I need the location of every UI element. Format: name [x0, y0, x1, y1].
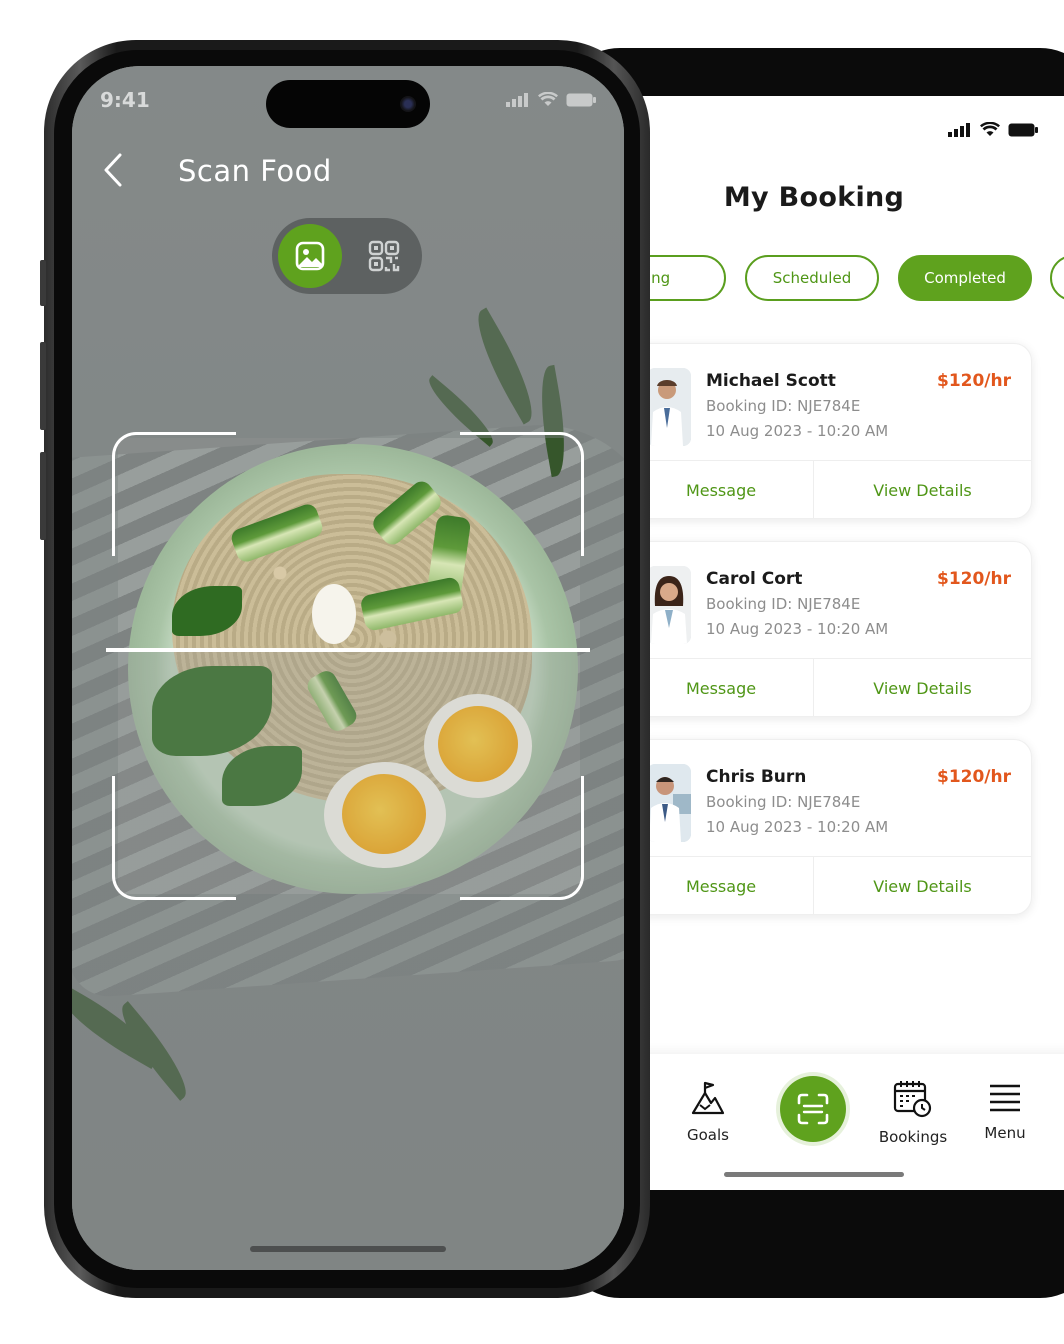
page-title: My Booking	[723, 182, 905, 213]
booking-date: 10 Aug 2023 - 10:20 AM	[706, 422, 889, 440]
message-button[interactable]: Message	[629, 658, 813, 716]
tab-menu-label: Menu	[984, 1124, 1026, 1142]
message-button[interactable]: Message	[629, 856, 813, 914]
rate: $120/hr	[936, 569, 1011, 589]
doctor-avatar	[647, 566, 691, 644]
tab-menu[interactable]: Menu	[960, 1080, 1050, 1142]
phone-side-button	[40, 260, 46, 306]
dim-right	[580, 438, 624, 894]
status-bar	[948, 122, 1038, 137]
doctor-name: Chris Burn	[706, 767, 807, 787]
status-bar	[506, 92, 596, 107]
qr-mode-button[interactable]	[368, 240, 400, 276]
scan-icon	[797, 1093, 829, 1125]
back-button[interactable]	[102, 152, 124, 192]
tab-bookings[interactable]: Bookings	[868, 1080, 958, 1146]
view-details-button[interactable]: View Details	[814, 856, 1031, 914]
booking-id: Booking ID: NJE784E	[706, 793, 861, 811]
scan-line	[106, 648, 590, 652]
message-button[interactable]: Message	[629, 460, 813, 518]
booking-screen: My Booking nding Scheduled Completed Mic…	[600, 96, 1064, 1190]
status-time: 9:41	[100, 88, 150, 112]
scan-corner-bottom-right	[460, 776, 584, 900]
doctor-name: Carol Cort	[706, 569, 803, 589]
signal-icon	[506, 92, 528, 107]
wifi-icon	[980, 122, 1000, 136]
home-indicator	[250, 1246, 446, 1252]
filter-next[interactable]	[1050, 255, 1064, 301]
page-title: Scan Food	[178, 154, 332, 188]
scan-button[interactable]	[780, 1076, 846, 1142]
calendar-clock-icon	[893, 1081, 932, 1118]
booking-id: Booking ID: NJE784E	[706, 595, 861, 613]
phone-side-button	[40, 342, 46, 430]
dynamic-island	[266, 80, 430, 128]
egg-piece	[312, 584, 356, 644]
phone-side-button	[40, 452, 46, 540]
scan-corner-top-right	[460, 432, 584, 556]
doctor-avatar	[647, 368, 691, 446]
filter-scheduled[interactable]: Scheduled	[745, 255, 879, 301]
tab-goals[interactable]: Goals	[663, 1080, 753, 1144]
bottom-tab-bar: Goals Bookings Menu	[600, 1054, 1064, 1190]
booking-date: 10 Aug 2023 - 10:20 AM	[706, 620, 889, 638]
battery-icon	[566, 93, 596, 106]
scan-mode-toggle[interactable]	[272, 218, 422, 294]
wifi-icon	[538, 92, 558, 106]
booking-card: Michael Scott $120/hr Booking ID: NJE784…	[628, 343, 1032, 519]
tab-bookings-label: Bookings	[878, 1128, 948, 1146]
image-icon	[295, 241, 325, 271]
booking-id: Booking ID: NJE784E	[706, 397, 861, 415]
view-details-button[interactable]: View Details	[814, 658, 1031, 716]
filter-completed[interactable]: Completed	[898, 255, 1032, 301]
qr-code-icon	[368, 240, 400, 272]
signal-icon	[948, 122, 970, 137]
hamburger-menu-icon	[990, 1084, 1020, 1112]
camera-lens	[400, 96, 416, 112]
scan-corner-top-left	[112, 432, 236, 556]
dim-bottom	[72, 894, 624, 1270]
rate: $120/hr	[936, 767, 1011, 787]
image-mode-button[interactable]	[278, 224, 342, 288]
scan-screen: 9:41 Scan Food	[72, 66, 624, 1270]
booking-date: 10 Aug 2023 - 10:20 AM	[706, 818, 889, 836]
booking-card: Carol Cort $120/hr Booking ID: NJE784E 1…	[628, 541, 1032, 717]
tab-goals-label: Goals	[687, 1126, 729, 1144]
view-details-button[interactable]: View Details	[814, 460, 1031, 518]
scan-corner-bottom-left	[112, 776, 236, 900]
rate: $120/hr	[936, 371, 1011, 391]
chevron-left-icon	[104, 153, 122, 187]
mountain-flag-icon	[691, 1081, 725, 1115]
promo-stage: { "scan_screen": { "time": "9:41", "titl…	[0, 0, 1064, 1344]
battery-icon	[1008, 123, 1038, 136]
doctor-avatar	[647, 764, 691, 842]
doctor-name: Michael Scott	[706, 371, 836, 391]
booking-card: Chris Burn $120/hr Booking ID: NJE784E 1…	[628, 739, 1032, 915]
home-indicator	[724, 1172, 904, 1177]
